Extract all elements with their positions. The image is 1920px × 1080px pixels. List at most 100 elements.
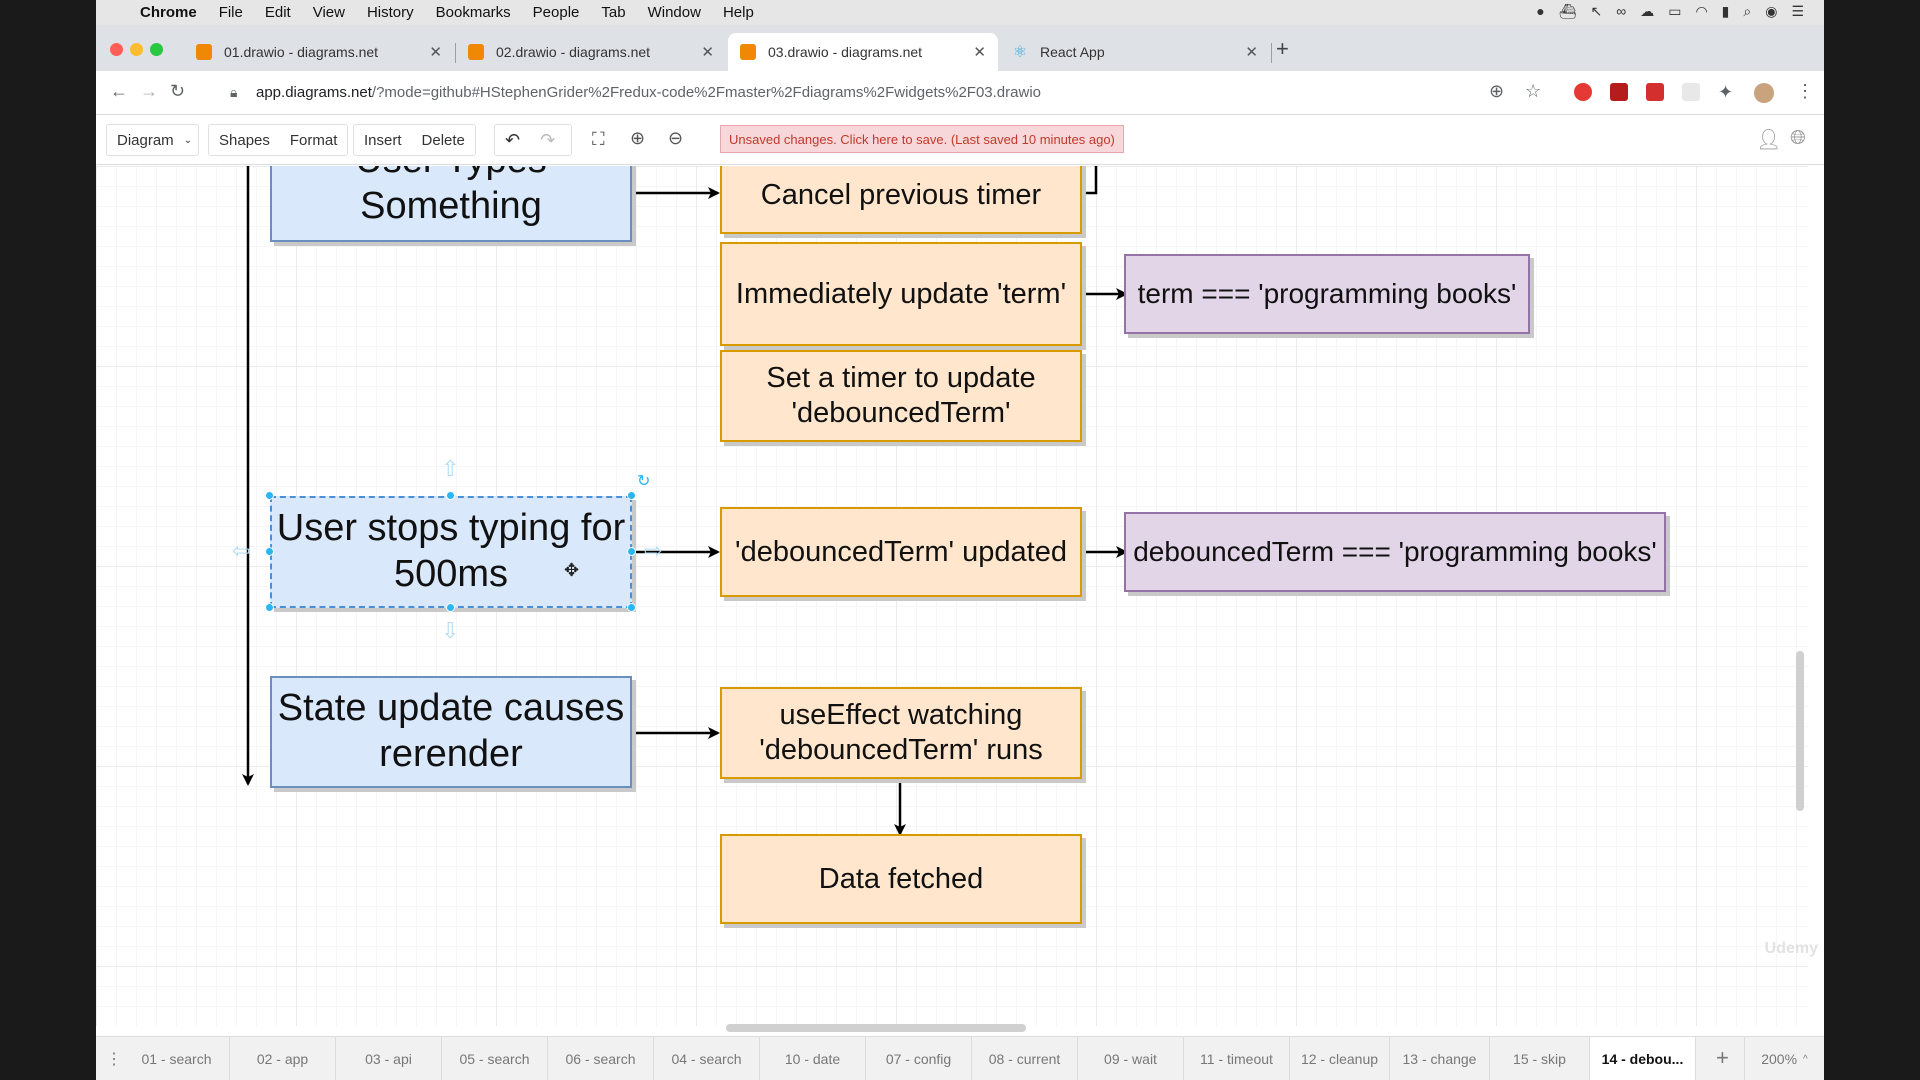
menu-file[interactable]: File — [219, 4, 243, 21]
reload-icon[interactable]: ↻ — [170, 81, 185, 102]
resize-handle[interactable] — [265, 491, 274, 500]
menu-view[interactable]: View — [313, 4, 345, 21]
node-user-stops-typing[interactable]: User stops typing for 500ms — [270, 496, 632, 608]
insert-button[interactable]: Insert — [354, 132, 412, 149]
bookmark-star-icon[interactable]: ☆ — [1525, 81, 1541, 102]
language-globe-icon[interactable]: 🌐︎ — [1790, 127, 1806, 150]
pages-menu-icon[interactable]: ⋮ — [106, 1049, 122, 1069]
node-debounced-updated[interactable]: 'debouncedTerm' updated — [720, 507, 1082, 597]
menu-help[interactable]: Help — [723, 4, 754, 21]
diagram-menu[interactable]: Diagram ⌄ — [106, 124, 200, 156]
shapes-button[interactable]: Shapes — [209, 132, 280, 149]
extension-icon[interactable] — [1646, 83, 1664, 101]
extensions-puzzle-icon[interactable]: ✦ — [1718, 82, 1733, 103]
page-tab[interactable]: 12 - cleanup — [1290, 1037, 1390, 1080]
page-tab[interactable]: 09 - wait — [1078, 1037, 1184, 1080]
close-tab-icon[interactable]: ✕ — [1245, 43, 1258, 61]
resize-handle[interactable] — [627, 491, 636, 500]
menu-tab[interactable]: Tab — [601, 4, 625, 21]
undo-icon[interactable]: ↶ — [495, 130, 530, 151]
lock-icon[interactable]: 🔒︎ — [230, 84, 237, 101]
maximize-window-button[interactable] — [150, 43, 163, 56]
node-use-effect[interactable]: useEffect watching 'debouncedTerm' runs — [720, 687, 1082, 779]
diagram-canvas[interactable]: User Types Something User stops typing f… — [96, 166, 1808, 1026]
node-user-types[interactable]: User Types Something — [270, 166, 632, 242]
page-tab-active[interactable]: 14 - debou... — [1590, 1037, 1696, 1080]
arrow-right-icon[interactable]: ⇨ — [644, 538, 662, 564]
menu-edit[interactable]: Edit — [265, 4, 291, 21]
arrow-up-icon[interactable]: ⇧ — [441, 456, 459, 482]
arrow-down-icon[interactable]: ⇩ — [441, 618, 459, 644]
horizontal-scrollbar[interactable] — [726, 1024, 1026, 1032]
back-icon[interactable]: ← — [110, 81, 128, 102]
browser-tab-03-active[interactable]: 03.drawio - diagrams.net ✕ — [728, 33, 998, 71]
page-tab[interactable]: 01 - search — [124, 1037, 230, 1080]
close-tab-icon[interactable]: ✕ — [429, 43, 442, 61]
page-tab[interactable]: 15 - skip — [1490, 1037, 1590, 1080]
node-state-update[interactable]: State update causes rerender — [270, 676, 632, 788]
node-update-term[interactable]: Immediately update 'term' — [720, 242, 1082, 346]
page-tab[interactable]: 06 - search — [548, 1037, 654, 1080]
page-tab[interactable]: 10 - date — [760, 1037, 866, 1080]
glasses-icon[interactable]: ∞ — [1616, 3, 1626, 20]
page-tab[interactable]: 08 - current — [972, 1037, 1078, 1080]
add-page-button[interactable]: + — [1716, 1045, 1729, 1071]
spotlight-search-icon[interactable]: ⌕ — [1743, 3, 1751, 20]
display-icon[interactable]: ▭ — [1668, 3, 1681, 20]
unsaved-changes-notice[interactable]: Unsaved changes. Click here to save. (La… — [720, 125, 1124, 153]
cursor-icon[interactable]: ↖ — [1590, 3, 1602, 20]
node-set-timer[interactable]: Set a timer to update 'debouncedTerm' — [720, 350, 1082, 442]
arrow-left-icon[interactable]: ⇦ — [232, 538, 250, 564]
node-data-fetched[interactable]: Data fetched — [720, 834, 1082, 924]
resize-handle[interactable] — [265, 603, 274, 612]
page-tab[interactable]: 03 - api — [336, 1037, 442, 1080]
delete-button[interactable]: Delete — [412, 132, 475, 149]
format-button[interactable]: Format — [280, 132, 348, 149]
new-tab-button[interactable]: + — [1276, 36, 1289, 62]
node-debounced-value[interactable]: debouncedTerm === 'programming books' — [1124, 512, 1666, 592]
resize-handle[interactable] — [446, 491, 455, 500]
vertical-scrollbar[interactable] — [1796, 651, 1804, 811]
address-bar[interactable]: app.diagrams.net/?mode=github#HStephenGr… — [256, 84, 1041, 101]
close-tab-icon[interactable]: ✕ — [701, 43, 714, 61]
page-tab[interactable]: 13 - change — [1390, 1037, 1490, 1080]
page-tab[interactable]: 04 - search — [654, 1037, 760, 1080]
resize-handle[interactable] — [627, 547, 636, 556]
menu-window[interactable]: Window — [648, 4, 701, 21]
rotate-handle-icon[interactable]: ↻ — [637, 471, 650, 491]
install-app-icon[interactable]: ⊕ — [1489, 81, 1504, 102]
battery-icon[interactable]: ▮ — [1722, 3, 1730, 20]
wifi-icon[interactable]: ◠ — [1695, 3, 1707, 20]
menu-app-name[interactable]: Chrome — [140, 4, 197, 21]
menu-people[interactable]: People — [533, 4, 580, 21]
zoom-selector[interactable]: 200% ^ — [1744, 1037, 1824, 1080]
redo-icon[interactable]: ↷ — [530, 130, 565, 151]
node-cancel-timer[interactable]: Cancel previous timer — [720, 166, 1082, 234]
browser-menu-icon[interactable]: ⋮ — [1796, 81, 1814, 102]
page-tab[interactable]: 05 - search — [442, 1037, 548, 1080]
page-tab[interactable]: 07 - config — [866, 1037, 972, 1080]
minimize-window-button[interactable] — [130, 43, 143, 56]
extension-icon[interactable] — [1682, 83, 1700, 101]
close-window-button[interactable] — [110, 43, 123, 56]
extension-icon[interactable] — [1610, 83, 1628, 101]
siri-icon[interactable]: ◉ — [1765, 3, 1777, 20]
menu-history[interactable]: History — [367, 4, 414, 21]
user-icon[interactable]: 👤︎ — [1756, 127, 1781, 152]
forward-icon[interactable]: → — [140, 81, 158, 102]
browser-tab-02[interactable]: 02.drawio - diagrams.net ✕ — [456, 33, 726, 71]
resize-handle[interactable] — [446, 603, 455, 612]
notification-center-icon[interactable]: ☰ — [1791, 3, 1804, 20]
close-tab-icon[interactable]: ✕ — [973, 43, 986, 61]
docker-icon[interactable]: ⛴ — [1559, 3, 1577, 20]
fullscreen-icon[interactable]: ⛶ — [592, 129, 605, 150]
zoom-in-icon[interactable]: ⊕ — [630, 128, 645, 149]
zoom-out-icon[interactable]: ⊖ — [668, 128, 683, 149]
resize-handle[interactable] — [265, 547, 274, 556]
page-tab[interactable]: 11 - timeout — [1184, 1037, 1290, 1080]
menu-bookmarks[interactable]: Bookmarks — [436, 4, 511, 21]
status-app-icon[interactable]: ● — [1536, 3, 1544, 20]
browser-tab-01[interactable]: 01.drawio - diagrams.net ✕ — [184, 33, 454, 71]
resize-handle[interactable] — [627, 603, 636, 612]
profile-avatar[interactable] — [1754, 83, 1774, 103]
